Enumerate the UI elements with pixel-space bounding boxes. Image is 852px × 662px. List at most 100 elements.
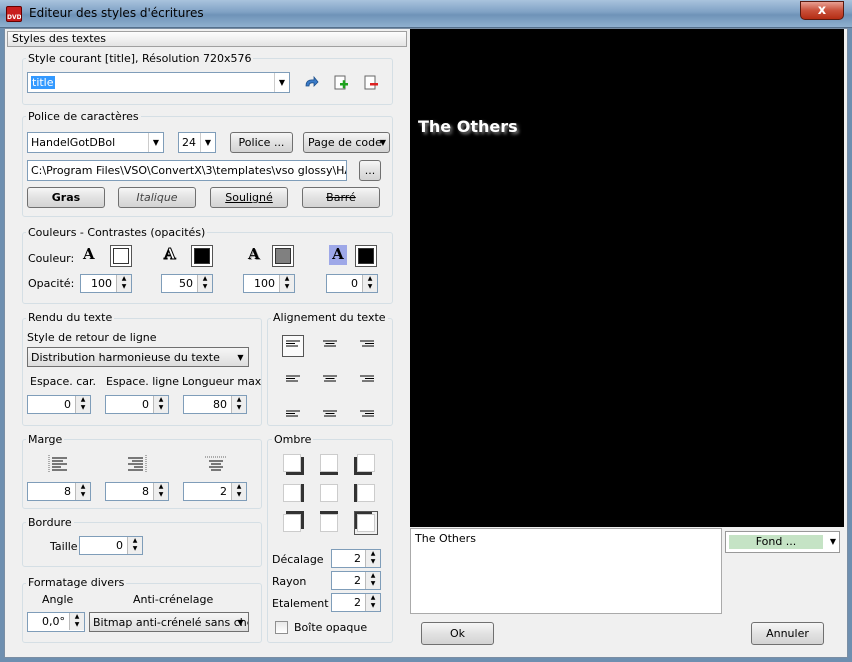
style-select[interactable]: title ▼ — [27, 72, 290, 93]
couleurs-group — [22, 232, 393, 304]
radius-value: 2 — [354, 574, 361, 587]
shadow-top-center-icon[interactable] — [320, 454, 338, 472]
background-opacity-spin[interactable]: 0 ▲ ▼ — [326, 274, 378, 293]
offset-label: Décalage — [272, 553, 324, 566]
align-top-center-icon[interactable] — [319, 335, 341, 357]
shadow-bottom-left-icon[interactable] — [283, 514, 301, 532]
align-middle-center-icon[interactable] — [319, 367, 341, 389]
border-size-label: Taille — [50, 540, 78, 553]
spin-arrows[interactable]: ▲ ▼ — [116, 275, 131, 292]
opaque-checkbox[interactable] — [275, 621, 288, 634]
spin-arrows[interactable]: ▲ ▼ — [75, 483, 90, 500]
shadow-opacity-spin[interactable]: 100 ▲ ▼ — [243, 274, 295, 293]
margin-right-spin[interactable]: 8 ▲ ▼ — [105, 482, 169, 501]
shadow-top-left-icon[interactable] — [283, 454, 301, 472]
underline-button[interactable]: Souligné — [210, 187, 288, 208]
char-space-label: Espace. car. — [30, 375, 97, 388]
background-opacity-value: 0 — [351, 277, 358, 290]
radius-spin[interactable]: 2 ▲ ▼ — [331, 571, 381, 590]
italic-button[interactable]: Italique — [118, 187, 196, 208]
outline-opacity-value: 50 — [179, 277, 193, 290]
max-len-value: 80 — [213, 398, 227, 411]
outline-opacity-spin[interactable]: 50 ▲ ▼ — [161, 274, 213, 293]
outline-color-swatch[interactable] — [191, 245, 213, 267]
border-size-spin[interactable]: 0 ▲ ▼ — [79, 536, 143, 555]
background-color-swatch[interactable] — [355, 245, 377, 267]
spin-arrows[interactable]: ▲ ▼ — [231, 396, 246, 413]
fill-color-swatch[interactable] — [110, 245, 132, 267]
shadow-opacity-value: 100 — [254, 277, 275, 290]
align-middle-left-icon[interactable] — [282, 367, 304, 389]
font-size-select[interactable]: 24 ▼ — [178, 132, 216, 153]
char-space-spin[interactable]: 0 ▲ ▼ — [27, 395, 91, 414]
margin-right-icon — [126, 455, 148, 476]
bold-button[interactable]: Gras — [27, 187, 105, 208]
text-input-area[interactable]: The Others — [410, 528, 722, 614]
shadow-color-swatch[interactable] — [272, 245, 294, 267]
align-middle-right-icon[interactable] — [356, 367, 378, 389]
align-bottom-center-icon[interactable] — [319, 399, 341, 421]
chevron-down-icon: ▼ — [237, 618, 244, 627]
wrap-label: Style de retour de ligne — [27, 331, 157, 344]
fill-opacity-spin[interactable]: 100 ▲ ▼ — [80, 274, 132, 293]
spin-arrows[interactable]: ▲ ▼ — [153, 483, 168, 500]
margin-top-spin[interactable]: 2 ▲ ▼ — [183, 482, 247, 501]
shadow-middle-left-icon[interactable] — [283, 484, 301, 502]
spin-arrows[interactable]: ▲ ▼ — [365, 550, 380, 567]
ombre-legend: Ombre — [272, 433, 314, 446]
spin-arrows[interactable]: ▲ ▼ — [69, 613, 84, 630]
margin-top-value: 2 — [220, 485, 227, 498]
spin-arrows[interactable]: ▲ ▼ — [197, 275, 212, 292]
angle-spin[interactable]: 0,0° ▲ ▼ — [27, 612, 85, 632]
chevron-down-icon: ▼ — [379, 138, 386, 147]
font-select[interactable]: HandelGotDBol ▼ — [27, 132, 164, 153]
window-title: Editeur des styles d'écritures — [29, 6, 204, 20]
spin-arrows[interactable]: ▲ ▼ — [75, 396, 90, 413]
spin-arrows[interactable]: ▲ ▼ — [365, 572, 380, 589]
shadow-bottom-center-icon[interactable] — [320, 514, 338, 532]
codepage-label: Page de code — [308, 136, 382, 149]
add-style-icon[interactable] — [332, 74, 350, 92]
spin-arrows[interactable]: ▲ ▼ — [127, 537, 142, 554]
font-path-input[interactable]: C:\Program Files\VSO\ConvertX\3\template… — [27, 160, 347, 181]
max-len-spin[interactable]: 80 ▲ ▼ — [183, 395, 247, 414]
align-bottom-right-icon[interactable] — [356, 399, 378, 421]
spin-arrows[interactable]: ▲ ▼ — [365, 594, 380, 611]
close-button[interactable]: x — [800, 1, 844, 20]
police-button[interactable]: Police ... — [230, 132, 293, 153]
delete-style-icon[interactable] — [362, 74, 380, 92]
strike-button[interactable]: Barré — [302, 187, 380, 208]
line-space-spin[interactable]: 0 ▲ ▼ — [105, 395, 169, 414]
spin-arrows[interactable]: ▲ ▼ — [153, 396, 168, 413]
margin-left-spin[interactable]: 8 ▲ ▼ — [27, 482, 91, 501]
text-background-icon: A — [329, 245, 347, 265]
spread-label: Etalement — [272, 597, 329, 610]
shadow-middle-right-icon[interactable] — [357, 484, 375, 502]
chevron-down-icon: ▼ — [148, 133, 163, 152]
undo-icon[interactable] — [302, 74, 320, 92]
align-top-right-icon[interactable] — [356, 335, 378, 357]
align-top-left-icon[interactable] — [282, 335, 304, 357]
ok-button[interactable]: Ok — [421, 622, 494, 645]
wrap-select[interactable]: Distribution harmonieuse du texte ▼ — [27, 347, 249, 367]
spin-arrows[interactable]: ▲ ▼ — [231, 483, 246, 500]
shadow-top-right-icon[interactable] — [357, 454, 375, 472]
margin-right-value: 8 — [142, 485, 149, 498]
aa-select[interactable]: Bitmap anti-crénelé sans che ▼ — [89, 612, 249, 632]
spread-value: 2 — [354, 596, 361, 609]
shadow-bottom-right-icon[interactable] — [354, 511, 378, 535]
close-icon: x — [817, 3, 827, 18]
align-bottom-left-icon[interactable] — [282, 399, 304, 421]
spread-spin[interactable]: 2 ▲ ▼ — [331, 593, 381, 612]
offset-spin[interactable]: 2 ▲ ▼ — [331, 549, 381, 568]
cancel-button[interactable]: Annuler — [751, 622, 824, 645]
fill-opacity-value: 100 — [91, 277, 112, 290]
shadow-middle-center-icon[interactable] — [320, 484, 338, 502]
fond-button[interactable]: Fond ... ▼ — [725, 531, 840, 553]
browse-button[interactable]: ... — [359, 160, 381, 181]
margin-left-icon — [47, 455, 69, 476]
spin-arrows[interactable]: ▲ ▼ — [279, 275, 294, 292]
spin-arrows[interactable]: ▲ ▼ — [362, 275, 377, 292]
codepage-button[interactable]: Page de code ▼ — [303, 132, 390, 153]
fond-color-preview: Fond ... — [729, 535, 823, 549]
